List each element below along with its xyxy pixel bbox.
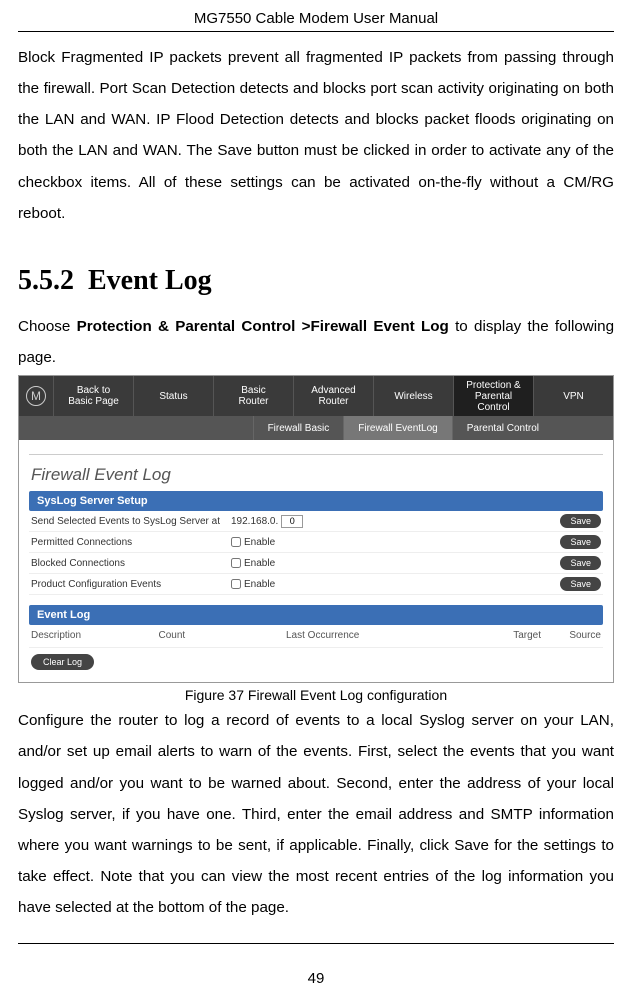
subnav-parental-control[interactable]: Parental Control [452, 416, 553, 440]
nav-instruction: Choose Protection & Parental Control >Fi… [18, 311, 614, 373]
nav-vpn[interactable]: VPN [533, 376, 613, 416]
intro-paragraph: Block Fragmented IP packets prevent all … [18, 42, 614, 229]
row-syslog-server: Send Selected Events to SysLog Server at… [29, 511, 603, 532]
label-product-config: Product Configuration Events [31, 579, 231, 590]
clear-log-button[interactable]: Clear Log [31, 654, 94, 670]
col-description: Description [31, 630, 159, 641]
figure-caption-text: Figure 37 Firewall Event Log configurati… [185, 687, 447, 703]
nav-label: Advanced [311, 385, 355, 396]
eventlog-section-bar: Event Log [29, 605, 603, 625]
nav-label: Parental Control [458, 391, 529, 413]
motorola-logo-icon: M [19, 376, 53, 416]
nav-back-to-basic[interactable]: Back to Basic Page [53, 376, 133, 416]
label-permitted: Permitted Connections [31, 537, 231, 548]
header-divider [18, 31, 614, 32]
subnav-firewall-eventlog[interactable]: Firewall EventLog [343, 416, 451, 440]
section-title: Event Log [88, 265, 212, 296]
section-number: 5.5.2 [18, 265, 74, 296]
ip-last-octet-input[interactable] [281, 515, 303, 528]
nav-instruction-pre: Choose [18, 318, 77, 335]
label-syslog-server: Send Selected Events to SysLog Server at [31, 516, 231, 527]
save-button[interactable]: Save [560, 556, 601, 570]
checkbox-blocked[interactable] [231, 558, 241, 568]
col-target: Target [414, 630, 542, 641]
row-product-config-events: Product Configuration Events Enable Save [29, 574, 603, 595]
enable-text: Enable [244, 558, 275, 569]
doc-title: MG7550 Cable Modem User Manual [18, 10, 614, 27]
save-button[interactable]: Save [560, 577, 601, 591]
nav-label: Router [238, 396, 268, 407]
section-heading: 5.5.2 Event Log [18, 265, 614, 297]
nav-label: Protection & [466, 380, 520, 391]
nav-label: Wireless [394, 391, 432, 402]
col-last-occurrence: Last Occurrence [286, 630, 414, 641]
body-divider [29, 454, 603, 455]
enable-text: Enable [244, 537, 275, 548]
page-heading: Firewall Event Log [31, 465, 603, 485]
description-paragraph: Configure the router to log a record of … [18, 705, 614, 923]
eventlog-columns: Description Count Last Occurrence Target… [29, 625, 603, 648]
subnav-firewall-basic[interactable]: Firewall Basic [253, 416, 344, 440]
nav-label: Router [318, 396, 348, 407]
row-blocked-connections: Blocked Connections Enable Save [29, 553, 603, 574]
nav-protection-parental[interactable]: Protection & Parental Control [453, 376, 533, 416]
nav-path: Protection & Parental Control >Firewall … [77, 318, 449, 335]
save-button[interactable]: Save [560, 535, 601, 549]
checkbox-product-config[interactable] [231, 579, 241, 589]
nav-advanced-router[interactable]: Advanced Router [293, 376, 373, 416]
nav-label: VPN [563, 391, 584, 402]
syslog-section-bar: SysLog Server Setup [29, 491, 603, 511]
nav-label: Basic Page [68, 396, 119, 407]
nav-label: Status [159, 391, 187, 402]
save-button[interactable]: Save [560, 514, 601, 528]
page-number: 49 [18, 970, 614, 987]
top-nav: M Back to Basic Page Status Basic Router… [19, 376, 613, 416]
enable-text: Enable [244, 579, 275, 590]
nav-basic-router[interactable]: Basic Router [213, 376, 293, 416]
nav-status[interactable]: Status [133, 376, 213, 416]
sub-nav: Firewall Basic Firewall EventLog Parenta… [19, 416, 613, 440]
ui-screenshot: M Back to Basic Page Status Basic Router… [18, 375, 614, 683]
footer-divider [18, 943, 614, 944]
col-count: Count [159, 630, 287, 641]
col-source: Source [541, 630, 601, 641]
figure-caption: Figure 37 Firewall Event Log configurati… [18, 687, 614, 703]
nav-wireless[interactable]: Wireless [373, 376, 453, 416]
nav-label: Basic [241, 385, 265, 396]
label-blocked: Blocked Connections [31, 558, 231, 569]
ip-prefix: 192.168.0. [231, 516, 278, 527]
nav-label: Back to [77, 385, 110, 396]
checkbox-permitted[interactable] [231, 537, 241, 547]
row-permitted-connections: Permitted Connections Enable Save [29, 532, 603, 553]
